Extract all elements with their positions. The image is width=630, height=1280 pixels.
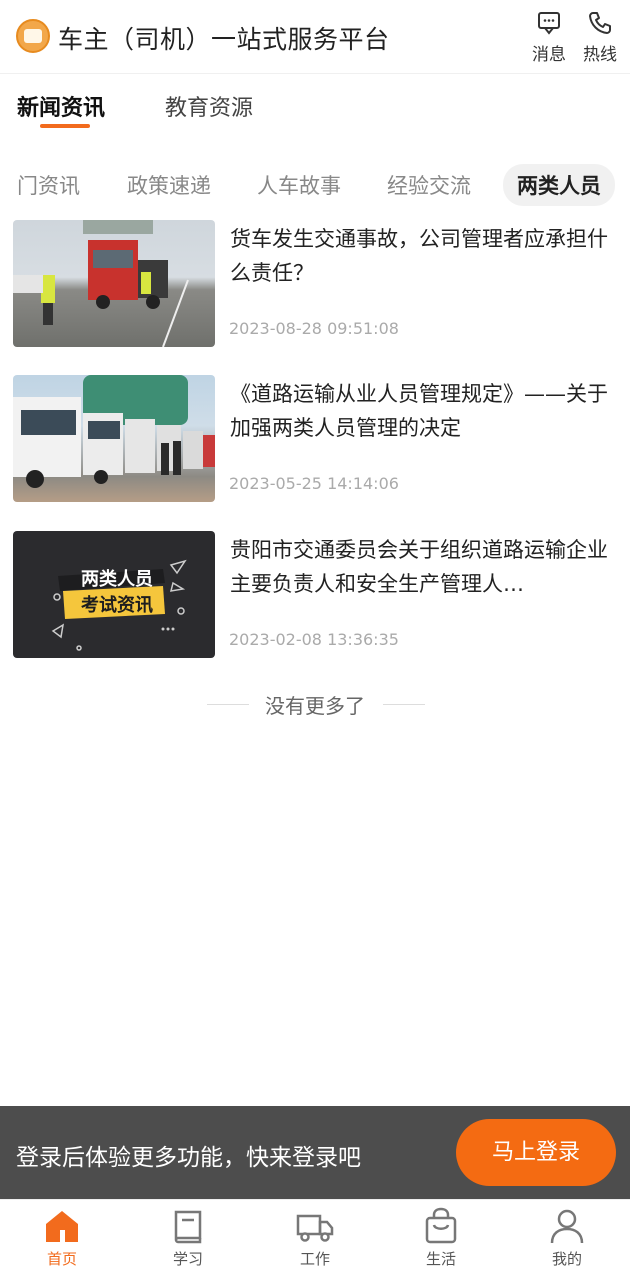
- article-title: 《道路运输从业人员管理规定》——关于加强两类人员管理的决定: [230, 382, 608, 440]
- article-title: 货车发生交通事故，公司管理者应承担什么责任？: [230, 227, 608, 285]
- login-banner: 登录后体验更多功能，快来登录吧 马上登录: [0, 1106, 630, 1199]
- truck-accident-photo: [13, 220, 215, 347]
- tab-category-policy[interactable]: 政策速递: [127, 170, 211, 200]
- nav-study-label: 学习: [172, 1250, 203, 1268]
- tab-category-experience[interactable]: 经验交流: [387, 170, 471, 200]
- exam-news-graphic: 两类人员 考试资讯: [13, 531, 215, 658]
- tab-category-stories[interactable]: 人车故事: [257, 170, 341, 200]
- thumb-text-exam-news: 考试资讯: [81, 594, 153, 616]
- list-item[interactable]: 货车发生交通事故，公司管理者应承担什么责任？ 2023-08-28 09:51:…: [0, 220, 630, 348]
- hotline-button[interactable]: 热线: [578, 10, 622, 65]
- nav-life[interactable]: 生活: [401, 1206, 481, 1269]
- app-logo: [16, 19, 50, 53]
- message-button[interactable]: 消息: [527, 10, 571, 65]
- article-date: 2023-08-28 09:51:08: [229, 319, 399, 338]
- nav-home[interactable]: 首页: [22, 1206, 102, 1269]
- list-item[interactable]: 《道路运输从业人员管理规定》——关于加强两类人员管理的决定 2023-05-25…: [0, 375, 630, 503]
- list-item[interactable]: 两类人员 考试资讯 贵阳市交通委员会关于组织道路运输企业主要负责人和安全生产管理…: [0, 531, 630, 659]
- nav-study[interactable]: 学习: [148, 1206, 228, 1269]
- thumb-text-two-types: 两类人员: [81, 568, 153, 590]
- article-date: 2023-02-08 13:36:35: [229, 630, 399, 649]
- tab-education[interactable]: 教育资源: [165, 90, 253, 122]
- list-end-text: 没有更多了: [265, 694, 365, 718]
- nav-work-label: 工作: [299, 1250, 330, 1268]
- article-date: 2023-05-25 14:14:06: [229, 474, 399, 493]
- nav-life-label: 生活: [425, 1250, 456, 1268]
- user-icon: [550, 1209, 584, 1244]
- nav-mine[interactable]: 我的: [527, 1206, 607, 1269]
- hotline-label: 热线: [583, 45, 617, 65]
- tab-category-two-types[interactable]: 两类人员: [503, 164, 615, 206]
- nav-mine-label: 我的: [551, 1250, 582, 1268]
- divider-right: [383, 704, 425, 705]
- nav-work[interactable]: 工作: [275, 1206, 355, 1269]
- article-title: 贵阳市交通委员会关于组织道路运输企业主要负责人和安全生产管理人…: [230, 538, 608, 596]
- phone-icon: [589, 12, 611, 34]
- message-label: 消息: [532, 45, 566, 65]
- bottom-nav: 首页 学习 工作 生活 我的: [0, 1199, 630, 1280]
- nav-home-label: 首页: [46, 1250, 77, 1268]
- active-tab-indicator: [40, 124, 90, 128]
- tab-category-news[interactable]: 门资讯: [17, 170, 80, 200]
- main-tabs: 新闻资讯 教育资源: [0, 86, 630, 134]
- message-icon: [538, 12, 560, 35]
- book-icon: [174, 1210, 202, 1244]
- home-icon: [46, 1211, 78, 1242]
- login-button[interactable]: 马上登录: [456, 1119, 616, 1186]
- bag-icon: [425, 1207, 457, 1244]
- login-prompt: 登录后体验更多功能，快来登录吧: [16, 1145, 361, 1171]
- truck-fleet-photo: [13, 375, 215, 502]
- tab-news[interactable]: 新闻资讯: [17, 90, 105, 122]
- truck-icon: [296, 1214, 334, 1242]
- app-header: 车主（司机）一站式服务平台 消息 热线: [0, 0, 630, 74]
- page-title: 车主（司机）一站式服务平台: [58, 25, 390, 54]
- category-tabs: 门资讯 政策速递 人车故事 经验交流 两类人员: [0, 162, 630, 206]
